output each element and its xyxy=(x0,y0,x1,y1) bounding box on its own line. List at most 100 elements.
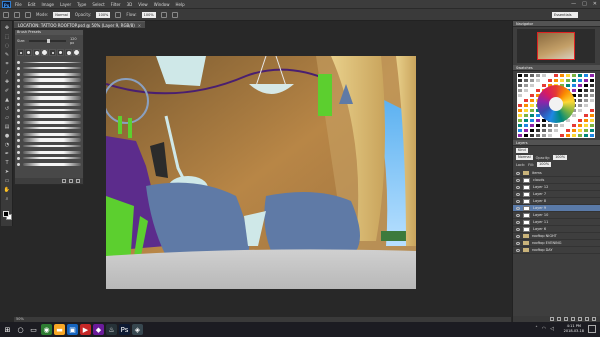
visibility-eye-icon[interactable] xyxy=(516,199,520,203)
visibility-eye-icon[interactable] xyxy=(516,185,520,189)
brush-tip[interactable] xyxy=(41,49,48,56)
search-icon[interactable]: ○ xyxy=(15,324,26,335)
maximize-button[interactable]: □ xyxy=(582,1,587,7)
brush-tip[interactable] xyxy=(49,49,56,56)
minimize-button[interactable]: — xyxy=(571,1,576,7)
opacity-field[interactable]: 100% xyxy=(96,11,111,18)
shape-tool-icon[interactable]: ▭ xyxy=(3,178,11,184)
store-icon[interactable]: ▣ xyxy=(67,324,78,335)
layer-row[interactable]: Layer 11 xyxy=(513,219,600,226)
visibility-eye-icon[interactable] xyxy=(516,171,520,175)
brush-tip[interactable] xyxy=(25,49,32,56)
taskbar-clock[interactable]: 4:11 PM 2018-03-18 xyxy=(564,324,584,334)
layer-row[interactable]: rooftop DAY xyxy=(513,247,600,254)
visibility-eye-icon[interactable] xyxy=(516,213,520,217)
brush-tip[interactable] xyxy=(33,49,40,56)
layer-row[interactable]: Layer 8 xyxy=(513,198,600,205)
steam-icon[interactable]: ♨ xyxy=(106,324,117,335)
navigator-thumbnail[interactable] xyxy=(517,29,595,63)
menu-select[interactable]: Select xyxy=(92,2,104,7)
swatches-grid[interactable] xyxy=(517,73,595,138)
gradient-tool-icon[interactable]: ▤ xyxy=(3,124,11,130)
delete-brush-icon[interactable] xyxy=(76,179,80,183)
brush-panel-toggle-icon[interactable] xyxy=(25,11,31,18)
new-brush-icon[interactable] xyxy=(69,179,73,183)
brush-tip[interactable] xyxy=(73,49,80,56)
link-layers-icon[interactable] xyxy=(550,317,554,321)
layer-row[interactable]: Layer 9 xyxy=(513,205,600,212)
layer-opacity-field[interactable]: 100% xyxy=(553,155,568,160)
airbrush-icon[interactable] xyxy=(160,11,167,18)
document-tab[interactable]: LOCATION: TATTOO ROOFTOP.psd @ 50% (Laye… xyxy=(14,21,146,28)
swatches-panel-title[interactable]: Swatches xyxy=(513,65,600,71)
app2-icon[interactable]: ◈ xyxy=(132,324,143,335)
hand-tool-icon[interactable]: ✋ xyxy=(3,187,11,193)
adjustment-layer-icon[interactable] xyxy=(571,317,575,321)
brush-tip[interactable] xyxy=(17,49,24,56)
brush-picker-icon[interactable] xyxy=(14,11,20,18)
photoshop-taskbar-icon[interactable]: Ps xyxy=(119,324,130,335)
visibility-eye-icon[interactable] xyxy=(516,227,520,231)
path-select-tool-icon[interactable]: ➤ xyxy=(3,169,11,175)
layer-filter-kind[interactable]: Kind xyxy=(516,148,528,153)
menu-help[interactable]: Help xyxy=(175,2,184,7)
pressure-size-icon[interactable] xyxy=(171,11,178,18)
eyedropper-tool-icon[interactable]: ⁄ xyxy=(3,70,11,76)
file-explorer-icon[interactable]: ▬ xyxy=(54,324,65,335)
visibility-eye-icon[interactable] xyxy=(516,248,520,252)
new-group-icon[interactable] xyxy=(578,317,582,321)
visibility-eye-icon[interactable] xyxy=(516,192,520,196)
lasso-tool-icon[interactable]: ◌ xyxy=(3,43,11,49)
menu-layer[interactable]: Layer xyxy=(60,2,71,7)
notification-center-icon[interactable] xyxy=(588,325,596,333)
windows-start-icon[interactable]: ⊞ xyxy=(2,324,13,335)
type-tool-icon[interactable]: T xyxy=(3,160,11,166)
menu-type[interactable]: Type xyxy=(77,2,86,7)
visibility-eye-icon[interactable] xyxy=(516,220,520,224)
delete-layer-icon[interactable] xyxy=(592,317,596,321)
flow-field[interactable]: 100% xyxy=(141,11,156,18)
menu-file[interactable]: File xyxy=(15,2,22,7)
layer-row[interactable]: Layer 10 xyxy=(513,212,600,219)
brush-tip[interactable] xyxy=(65,49,72,56)
document-canvas[interactable] xyxy=(106,56,416,289)
chevron-up-icon[interactable]: ˄ xyxy=(535,326,538,332)
mode-select[interactable]: Normal xyxy=(53,11,70,18)
visibility-eye-icon[interactable] xyxy=(516,206,520,210)
task-view-icon[interactable]: ▭ xyxy=(28,324,39,335)
layer-row[interactable]: clouds xyxy=(513,177,600,184)
menu-view[interactable]: View xyxy=(138,2,148,7)
app-icon[interactable]: ◆ xyxy=(93,324,104,335)
fill-field[interactable]: 100% xyxy=(537,162,552,167)
layer-style-icon[interactable] xyxy=(557,317,561,321)
move-tool-icon[interactable]: ✥ xyxy=(3,25,11,31)
network-icon[interactable]: ◠ xyxy=(542,326,546,332)
layer-row[interactable]: Layer 6 xyxy=(513,226,600,233)
color-wheel-swatch[interactable] xyxy=(537,85,575,123)
menu-window[interactable]: Window xyxy=(154,2,170,7)
layer-row[interactable]: Layer 12 xyxy=(513,184,600,191)
brush-size-slider[interactable] xyxy=(29,39,66,43)
layer-row[interactable]: rooftop NIGHT xyxy=(513,233,600,240)
menu-edit[interactable]: Edit xyxy=(28,2,36,7)
history-brush-tool-icon[interactable]: ↺ xyxy=(3,106,11,112)
blur-tool-icon[interactable]: ● xyxy=(3,133,11,139)
foreground-color-swatch[interactable] xyxy=(3,211,9,217)
layer-row[interactable]: Layer 7 xyxy=(513,191,600,198)
visibility-eye-icon[interactable] xyxy=(516,234,520,238)
menu-filter[interactable]: Filter xyxy=(111,2,121,7)
crop-tool-icon[interactable]: ⌗ xyxy=(3,61,11,67)
media-icon[interactable]: ▶ xyxy=(80,324,91,335)
pen-tool-icon[interactable]: ✒ xyxy=(3,151,11,157)
workspace-select[interactable]: Essentials xyxy=(552,12,578,18)
swatch[interactable] xyxy=(589,133,595,138)
dodge-tool-icon[interactable]: ◔ xyxy=(3,142,11,148)
zoom-tool-icon[interactable]: ⌕ xyxy=(3,196,11,202)
visibility-eye-icon[interactable] xyxy=(516,178,520,182)
marquee-tool-icon[interactable]: ⬚ xyxy=(3,34,11,40)
new-layer-icon[interactable] xyxy=(585,317,589,321)
eraser-tool-icon[interactable]: ▱ xyxy=(3,115,11,121)
quick-select-tool-icon[interactable]: ✎ xyxy=(3,52,11,58)
menu-3d[interactable]: 3D xyxy=(127,2,133,7)
layer-row[interactable]: items xyxy=(513,170,600,177)
